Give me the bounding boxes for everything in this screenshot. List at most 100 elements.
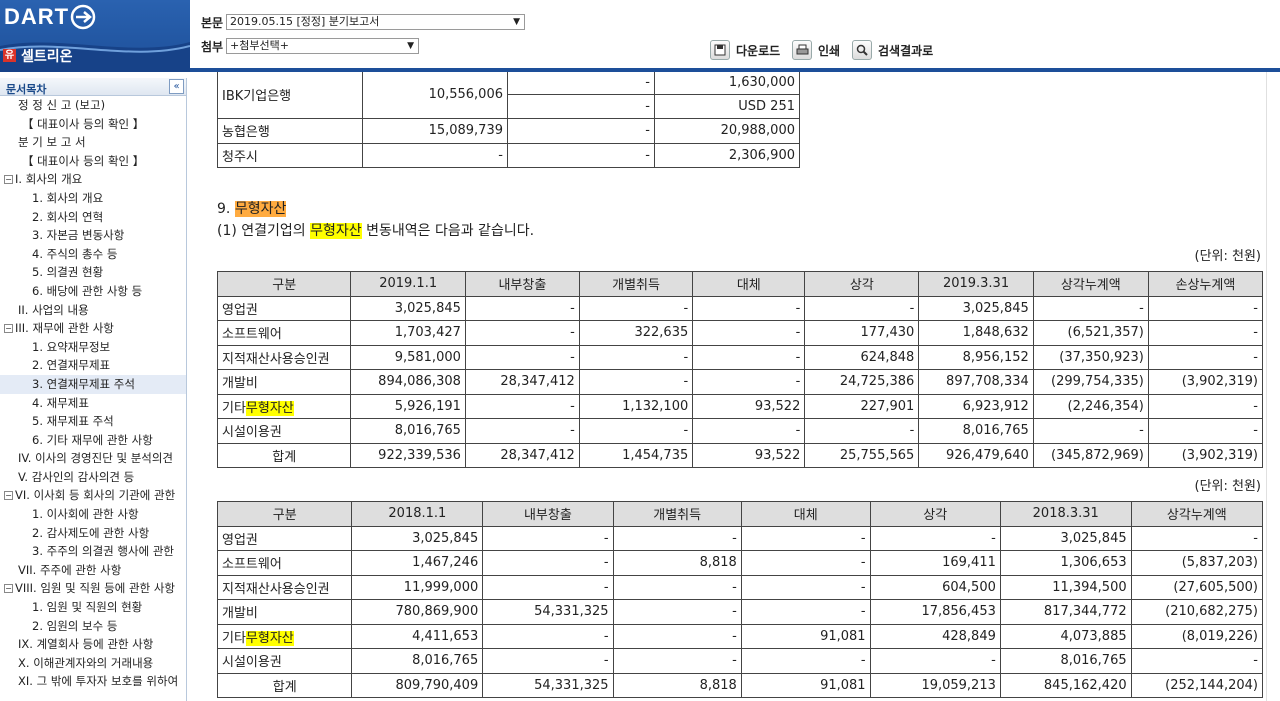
- dart-logo[interactable]: DART: [4, 4, 69, 30]
- table-cell: 8,956,152: [918, 344, 1034, 370]
- toc-item[interactable]: 3. 자본금 변동사항: [0, 226, 186, 245]
- collapse-sidebar-icon[interactable]: «: [169, 79, 184, 94]
- toc-item-label: 2. 감사제도에 관한 사항: [32, 525, 150, 540]
- toc-item-label: 분 기 보 고 서: [18, 135, 86, 150]
- table-cell: -: [507, 118, 655, 144]
- toc-item[interactable]: 분 기 보 고 서: [0, 133, 186, 152]
- toc-item[interactable]: 1. 이사회에 관한 사항: [0, 505, 186, 524]
- toc-item[interactable]: II. 사업의 내용: [0, 301, 186, 320]
- column-header: 개별취득: [612, 501, 742, 527]
- tree-collapse-icon[interactable]: −: [4, 324, 13, 334]
- toc-item[interactable]: 2. 회사의 연혁: [0, 208, 186, 227]
- toc-item[interactable]: 5. 의결권 현황: [0, 263, 186, 282]
- table-cell: 926,479,640: [918, 442, 1034, 468]
- table-row: 시설이용권 8,016,765- - - -8,016,765- -: [216, 418, 1264, 444]
- vertical-scrollbar[interactable]: [1266, 72, 1280, 701]
- toc-item[interactable]: 3. 연결재무제표 주석: [0, 374, 186, 394]
- table-header-row: 구분 2018.1.1 내부창출 개별취득 대체 상각 2018.3.31 상각누계액: [216, 501, 1264, 527]
- table-cell: 8,016,765: [350, 418, 466, 444]
- toc-header: 문서목차 «: [0, 78, 186, 96]
- tree-collapse-icon[interactable]: −: [4, 584, 13, 594]
- table-cell: 809,790,409: [351, 672, 484, 698]
- toc-item[interactable]: 3. 주주의 의결권 행사에 관한: [0, 542, 186, 561]
- toc-item[interactable]: 6. 배당에 관한 사항 등: [0, 282, 186, 301]
- search-result-button[interactable]: 검색결과로: [852, 40, 933, 60]
- toc-item-label: 3. 자본금 변동사항: [32, 228, 125, 243]
- table-cell: -: [1130, 648, 1264, 674]
- attachment-select[interactable]: +첨부선택+ ▼: [226, 38, 419, 54]
- toc-item-label: I. 회사의 개요: [15, 172, 83, 187]
- table-cell: 604,500: [869, 574, 1001, 600]
- toc-item[interactable]: 2. 연결재무제표: [0, 356, 186, 375]
- toc-item[interactable]: VII. 주주에 관한 사항: [0, 561, 186, 580]
- column-header: 상각누계액: [1032, 271, 1149, 297]
- column-header: 2019.3.31: [918, 271, 1034, 297]
- table-cell: 영업권: [216, 295, 352, 321]
- search-result-label: 검색결과로: [878, 43, 934, 58]
- toc-item[interactable]: 4. 재무제표: [0, 394, 186, 413]
- toc-item[interactable]: 정 정 신 고 (보고): [0, 96, 186, 115]
- toc-item[interactable]: − VIII. 임원 및 직원 등에 관한 사항: [0, 579, 186, 598]
- subheading-suffix: 변동내역은 다음과 같습니다.: [361, 223, 535, 239]
- tree-collapse-icon[interactable]: −: [4, 491, 13, 501]
- table-cell: -: [507, 94, 655, 120]
- search-highlight: 무형자산: [245, 630, 294, 646]
- table-row: 개발비 780,869,900 54,331,325- -17,856,453 817,…: [216, 599, 1264, 625]
- table-row: 영업권 3,025,845- - - -3,025,845- -: [216, 295, 1264, 321]
- toc-item[interactable]: 5. 재무제표 주석: [0, 412, 186, 431]
- toc-item[interactable]: 1. 임원 및 직원의 현황: [0, 598, 186, 617]
- toc-item[interactable]: 2. 감사제도에 관한 사항: [0, 524, 186, 543]
- table-cell: 농협은행: [217, 118, 363, 144]
- table-cell: 기타무형자산: [216, 393, 352, 419]
- toc-item[interactable]: − I. 회사의 개요: [0, 170, 186, 189]
- toc-item[interactable]: 【 대표이사 등의 확인 】: [0, 152, 186, 171]
- table-cell: (252,144,204): [1130, 672, 1264, 698]
- toc-item[interactable]: 6. 기타 재무에 관한 사항: [0, 431, 186, 450]
- toc-item-label: II. 사업의 내용: [18, 302, 89, 317]
- toc-item-label: 정 정 신 고 (보고): [18, 98, 106, 112]
- toc-item[interactable]: 1. 회사의 개요: [0, 189, 186, 208]
- toc-item[interactable]: XI. 그 밖에 투자자 보호를 위하여: [0, 672, 186, 691]
- print-button[interactable]: 인쇄: [792, 40, 840, 60]
- download-button[interactable]: 다운로드: [710, 40, 780, 60]
- table-cell: -: [482, 648, 614, 674]
- column-header: 2019.1.1: [350, 271, 466, 297]
- toc-item[interactable]: − VI. 이사회 등 회사의 기관에 관한: [0, 486, 186, 505]
- table-cell: 91,081: [740, 623, 871, 649]
- intangible-assets-2018-table: 구분 2018.1.1 내부창출 개별취득 대체 상각 2018.3.31 상각누계액 영업권…: [216, 501, 1264, 698]
- table-cell: -: [869, 525, 1001, 551]
- table-cell: -: [482, 525, 614, 551]
- table-cell: 5,926,191: [350, 393, 466, 419]
- table-cell: 합계: [216, 672, 353, 698]
- toc-item-label: 3. 연결재무제표 주석: [32, 376, 135, 391]
- main-doc-select[interactable]: 2019.05.15 [정정] 분기보고서 ▼: [226, 14, 525, 30]
- toc-item[interactable]: 【 대표이사 등의 확인 】: [0, 115, 186, 134]
- toc-item[interactable]: − III. 재무에 관한 사항: [0, 319, 186, 338]
- toc-item-label: V. 감사인의 감사의견 등: [18, 469, 135, 484]
- column-header: 구분: [216, 271, 352, 297]
- table-cell: (5,837,203): [1130, 550, 1264, 576]
- header-toolbar: 본문 2019.05.15 [정정] 분기보고서 ▼ 첨부 +첨부선택+ ▼ 다…: [190, 0, 1280, 68]
- toc-item[interactable]: X. 이해관계자와의 거래내용: [0, 654, 186, 673]
- table-cell: 시설이용권: [216, 648, 353, 674]
- table-cell: 28,347,412: [464, 369, 580, 395]
- table-cell: -: [692, 418, 806, 444]
- toc-item[interactable]: 1. 요약재무정보: [0, 338, 186, 357]
- table-cell: 지적재산사용승인권: [216, 574, 353, 600]
- table-cell: -: [482, 623, 614, 649]
- table-cell: 1,306,653: [999, 550, 1132, 576]
- search-highlight: 무형자산: [245, 400, 294, 416]
- table-cell: -: [692, 344, 806, 370]
- table-cell: 322,635: [578, 320, 694, 346]
- toc-item[interactable]: V. 감사인의 감사의견 등: [0, 468, 186, 487]
- tree-collapse-icon[interactable]: −: [4, 175, 13, 185]
- toc-item[interactable]: IV. 이사의 경영진단 및 분석의견: [0, 449, 186, 468]
- toc-item[interactable]: IX. 계열회사 등에 관한 사항: [0, 635, 186, 654]
- toc-item[interactable]: 4. 주식의 총수 등: [0, 245, 186, 264]
- toc-item[interactable]: 2. 임원의 보수 등: [0, 617, 186, 636]
- table-row: 합계 809,790,409 54,331,325 8,818 91,081 19,059…: [216, 672, 1264, 698]
- table-cell: 10,556,006: [362, 72, 508, 120]
- table-cell: 지적재산사용승인권: [216, 344, 352, 370]
- magnifier-icon: [852, 40, 872, 60]
- table-cell: -: [362, 142, 508, 168]
